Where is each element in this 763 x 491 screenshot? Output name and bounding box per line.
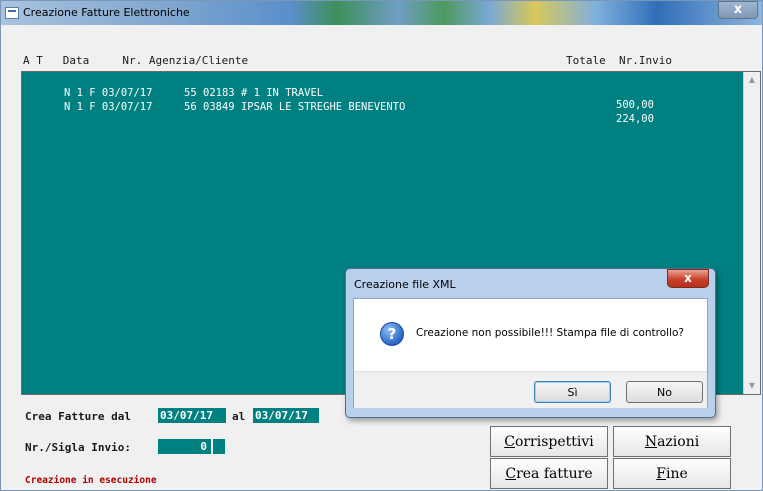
dialog-title: Creazione file XML <box>354 278 456 291</box>
crea-fatture-accel: C <box>505 465 517 482</box>
date-from-field[interactable]: 03/07/17 <box>158 408 226 423</box>
dialog-body: ? Creazione non possibile!!! Stampa file… <box>353 298 708 408</box>
invio-number-field[interactable]: 0 <box>158 439 211 454</box>
nazioni-accel: N <box>644 433 658 450</box>
invio-label: Nr./Sigla Invio: <box>25 441 131 454</box>
question-icon: ? <box>380 322 404 346</box>
invio-sigla-field[interactable] <box>213 439 225 454</box>
crea-fatture-label: rea fatture <box>516 465 593 482</box>
fine-button[interactable]: Fine <box>613 458 731 489</box>
list-item-total: 224,00 <box>616 113 654 125</box>
nazioni-label: azioni <box>657 433 700 450</box>
app-icon <box>5 7 19 19</box>
date-to-field[interactable]: 03/07/17 <box>253 408 319 423</box>
no-button[interactable]: No <box>626 381 703 403</box>
list-item-text: N 1 F 03/07/17 56 03849 IPSAR LE STREGHE… <box>63 101 406 113</box>
yes-button[interactable]: Sì <box>534 381 611 403</box>
corrispettivi-label: orrispettivi <box>514 433 594 450</box>
list-item-total: 500,00 <box>616 99 654 111</box>
window-close-button[interactable]: x <box>718 1 758 19</box>
corrispettivi-button[interactable]: Corrispettivi <box>490 426 608 457</box>
window-title: Creazione Fatture Elettroniche <box>23 6 190 19</box>
list-column-header: A T Data Nr. Agenzia/Cliente Totale Nr.I… <box>23 54 673 67</box>
scroll-down-icon[interactable]: ▼ <box>744 378 760 394</box>
dialog-message: Creazione non possibile!!! Stampa file d… <box>416 327 685 339</box>
crea-fatture-label: Crea Fatture dal <box>25 410 131 423</box>
dialog-close-button[interactable]: x <box>667 269 709 288</box>
al-label: al <box>232 410 246 423</box>
nazioni-button[interactable]: Nazioni <box>613 426 731 457</box>
fine-accel: F <box>656 465 666 482</box>
scroll-up-icon[interactable]: ▲ <box>744 72 760 88</box>
title-bar[interactable]: Creazione Fatture Elettroniche x <box>1 1 762 25</box>
vertical-scrollbar[interactable]: ▲ ▼ <box>743 72 760 394</box>
dialog-footer: Sì No <box>354 371 707 408</box>
corrispettivi-accel: C <box>504 433 515 450</box>
crea-fatture-button[interactable]: Crea fatture <box>490 458 608 489</box>
status-text: Creazione in esecuzione <box>25 475 157 486</box>
xml-dialog: Creazione file XML x ? Creazione non pos… <box>345 268 716 418</box>
list-item[interactable]: N 1 F 03/07/17 56 03849 IPSAR LE STREGHE… <box>26 89 654 137</box>
fine-label: ine <box>665 465 688 482</box>
